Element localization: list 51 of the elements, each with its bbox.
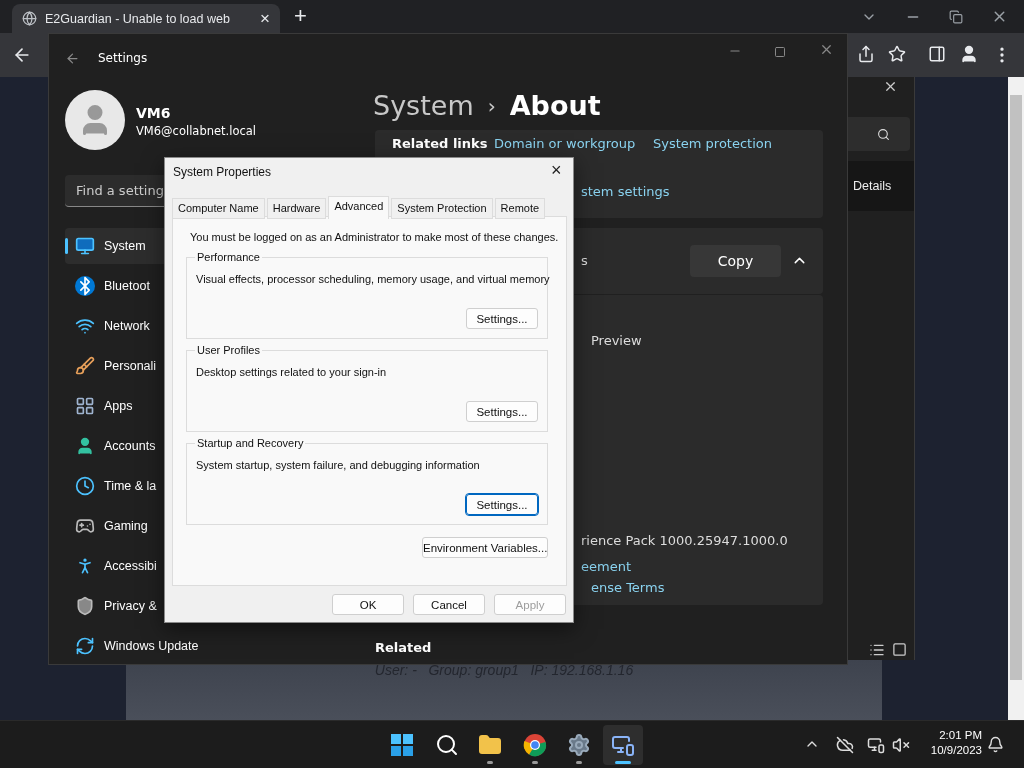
related-links-label: Related links [392, 136, 488, 151]
group-description: Visual effects, processor scheduling, memory usage, and virtual memory [196, 273, 550, 285]
page-title: About [509, 90, 601, 121]
group-title: User Profiles [195, 344, 262, 356]
link[interactable]: System protection [653, 136, 773, 151]
group-description: Desktop settings related to your sign-in [196, 366, 387, 378]
nav-item[interactable]: Accessibi [65, 548, 199, 584]
details-item[interactable]: Details [848, 161, 914, 211]
new-tab-button[interactable]: + [294, 5, 307, 27]
search-field[interactable]: Find a setting [65, 175, 164, 207]
user-name: VM6 [136, 105, 171, 121]
breadcrumb-separator: › [487, 93, 496, 118]
settings-button[interactable]: Settings... [466, 494, 538, 515]
tab-title: E2Guardian - Unable to load web [45, 11, 231, 26]
link[interactable]: Domain or workgroup [494, 136, 636, 151]
link[interactable]: eement [581, 559, 631, 574]
close-tab-button[interactable]: × [260, 10, 270, 27]
settings-button[interactable]: Settings... [466, 308, 538, 329]
nav-item[interactable]: Apps [65, 388, 199, 424]
close-button[interactable]: × [551, 161, 562, 179]
dialog-button[interactable]: OK [332, 594, 404, 615]
section-heading: Related [375, 640, 432, 655]
nav-item[interactable]: Network [65, 308, 199, 344]
dialog-button[interactable]: Cancel [413, 594, 485, 615]
dialog-tab[interactable]: System Protection [391, 198, 493, 219]
link[interactable]: ense Terms [591, 580, 665, 595]
nav-item[interactable]: Privacy & [65, 588, 199, 624]
environment-variables-button[interactable]: Environment Variables... [422, 537, 548, 558]
group-description: System startup, system failure, and debugging information [196, 459, 480, 471]
dialog-tab[interactable]: Advanced [328, 196, 390, 219]
user-email: VM6@collabnet.local [136, 124, 257, 138]
browser-tab[interactable]: E2Guardian - Unable to load web × [12, 4, 280, 33]
link[interactable]: stem settings [581, 184, 670, 199]
clock-date[interactable]: 10/9/2023 [930, 744, 982, 756]
clock-time[interactable]: 2:01 PM [939, 729, 982, 741]
dialog-title: System Properties [173, 165, 272, 179]
group-title: Startup and Recovery [195, 437, 306, 449]
settings-button[interactable]: Settings... [466, 401, 538, 422]
experience-pack-value: rience Pack 1000.25947.1000.0 [581, 533, 788, 548]
dialog-tab[interactable]: Hardware [266, 198, 327, 219]
breadcrumb-link[interactable]: System [373, 90, 474, 121]
edition-value: Preview [591, 333, 642, 348]
window-title: Settings [98, 51, 148, 65]
dialog-tab[interactable]: Computer Name [172, 198, 265, 219]
section-title: s [581, 253, 588, 268]
notice-text: You must be logged on as an Administrator to make most of these changes. [190, 231, 559, 243]
nav-item[interactable]: Windows Update [65, 628, 199, 664]
dialog-tab[interactable]: Remote [494, 198, 546, 219]
group-title: Performance [195, 251, 262, 263]
nav-item[interactable]: Gaming [65, 508, 199, 544]
copy-button[interactable]: Copy [690, 245, 781, 277]
